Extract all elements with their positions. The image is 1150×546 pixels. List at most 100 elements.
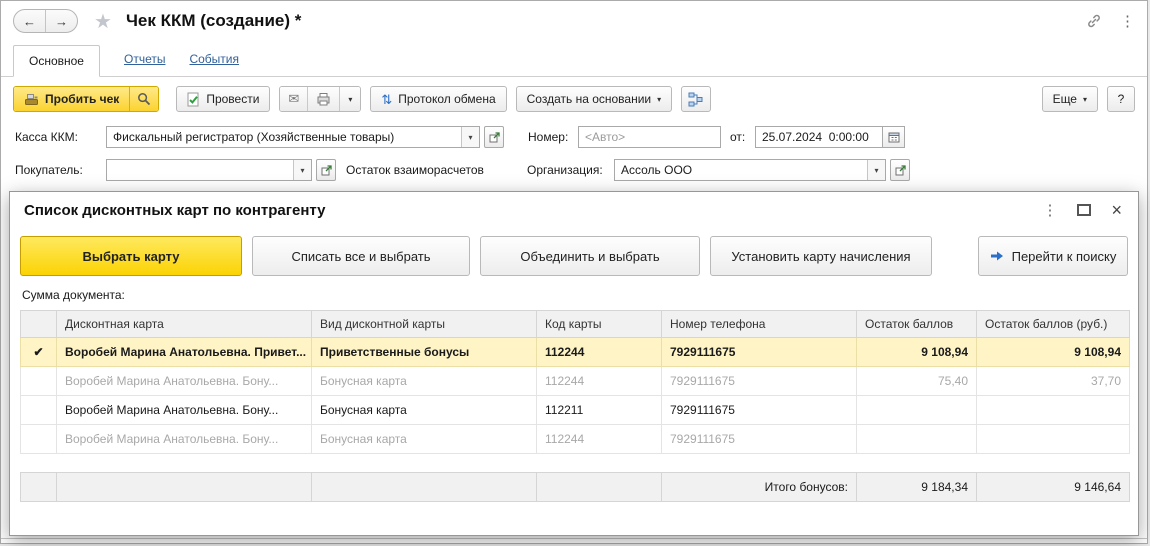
table-row[interactable]: ✔ Воробей Марина Анатольевна. Привет... … <box>21 338 1130 367</box>
set-accrual-card-button[interactable]: Установить карту начисления <box>710 236 932 276</box>
col-points[interactable]: Остаток баллов <box>857 311 977 338</box>
col-type[interactable]: Вид дисконтной карты <box>312 311 537 338</box>
chevron-down-icon[interactable]: ▾ <box>293 160 311 180</box>
cell-phone: 7929111675 <box>662 338 857 367</box>
kassa-open-button[interactable] <box>484 126 504 148</box>
row-check-icon: ✔ <box>21 338 57 367</box>
provesti-button[interactable]: Провести <box>176 86 270 112</box>
chevron-down-icon[interactable]: ▾ <box>867 160 885 180</box>
app-window: ← → ★ Чек ККМ (создание) * ⋮ Основное От… <box>0 0 1148 544</box>
help-label: ? <box>1118 92 1125 106</box>
totals-label: Итого бонусов: <box>662 473 857 502</box>
more-menu-icon[interactable]: ⋮ <box>1120 12 1135 30</box>
table-header-row: Дисконтная карта Вид дисконтной карты Ко… <box>21 311 1130 338</box>
select-card-label: Выбрать карту <box>82 249 179 264</box>
pokupatel-open-button[interactable] <box>316 159 336 181</box>
cell-type: Бонусная карта <box>312 396 537 425</box>
col-phone[interactable]: Номер телефона <box>662 311 857 338</box>
kassa-value: Фискальный регистратор (Хозяйственные то… <box>107 127 461 147</box>
merge-select-button[interactable]: Объединить и выбрать <box>480 236 700 276</box>
org-combo[interactable]: Ассоль ООО ▾ <box>614 159 886 181</box>
cell-points-rub: 9 108,94 <box>977 338 1130 367</box>
col-code[interactable]: Код карты <box>537 311 662 338</box>
org-open-button[interactable] <box>890 159 910 181</box>
cell-type: Бонусная карта <box>312 425 537 454</box>
cell-points-rub: 37,70 <box>977 367 1130 396</box>
tab-reports[interactable]: Отчеты <box>124 52 165 76</box>
cell-code: 112211 <box>537 396 662 425</box>
create-based-on-label: Создать на основании <box>527 92 652 106</box>
related-documents-button[interactable] <box>681 86 711 112</box>
dialog-more-icon[interactable]: ⋮ <box>1042 201 1057 219</box>
protokol-label: Протокол обмена <box>398 92 495 106</box>
table-row[interactable]: Воробей Марина Анатольевна. Бону... Бону… <box>21 425 1130 454</box>
more-button[interactable]: Еще ▾ <box>1042 86 1098 112</box>
cell-card: Воробей Марина Анатольевна. Привет... <box>57 338 312 367</box>
mail-print-group: ✉ ▾ <box>279 86 361 112</box>
writeoff-all-button[interactable]: Списать все и выбрать <box>252 236 470 276</box>
favorite-star-icon[interactable]: ★ <box>94 9 112 34</box>
create-based-on-button[interactable]: Создать на основании ▾ <box>516 86 673 112</box>
writeoff-all-label: Списать все и выбрать <box>291 249 430 264</box>
nomer-input[interactable] <box>578 126 721 148</box>
probit-chek-button[interactable]: Пробить чек <box>14 87 129 111</box>
cell-points: 9 108,94 <box>857 338 977 367</box>
probit-search-button[interactable] <box>129 87 158 111</box>
go-to-search-button[interactable]: Перейти к поиску <box>978 236 1128 276</box>
forward-button[interactable]: → <box>45 10 77 32</box>
help-button[interactable]: ? <box>1107 86 1135 112</box>
nav-history-group: ← → <box>13 9 78 33</box>
chevron-down-icon[interactable]: ▾ <box>461 127 479 147</box>
back-button[interactable]: ← <box>14 10 45 32</box>
discount-cards-table: Дисконтная карта Вид дисконтной карты Ко… <box>20 310 1130 454</box>
calendar-button[interactable] <box>883 126 905 148</box>
ot-label: от: <box>730 130 750 144</box>
totals-points-rub: 9 146,64 <box>977 473 1130 502</box>
chevron-down-icon: ▾ <box>657 95 661 104</box>
col-card[interactable]: Дисконтная карта <box>57 311 312 338</box>
structure-icon <box>688 92 704 107</box>
form-row-kassa: Касса ККМ: Фискальный регистратор (Хозяй… <box>1 125 1147 149</box>
date-input[interactable] <box>755 126 883 148</box>
pokupatel-combo[interactable]: ▾ <box>106 159 312 181</box>
email-button[interactable]: ✉ <box>280 87 307 111</box>
nomer-label: Номер: <box>528 130 572 144</box>
post-document-icon <box>187 92 200 107</box>
more-label: Еще <box>1053 92 1077 106</box>
toolbar: Пробить чек Провести <box>1 77 1147 121</box>
cell-code: 112244 <box>537 425 662 454</box>
table-row[interactable]: Воробей Марина Анатольевна. Бону... Бону… <box>21 367 1130 396</box>
toolbar-right: Еще ▾ ? <box>1042 86 1135 112</box>
tab-events[interactable]: События <box>189 52 239 76</box>
dialog-button-bar: Выбрать карту Списать все и выбрать Объе… <box>10 228 1138 276</box>
printer-icon <box>316 92 331 106</box>
totals-row: Итого бонусов: 9 184,34 9 146,64 <box>21 473 1130 502</box>
cell-phone: 7929111675 <box>662 425 857 454</box>
org-value: Ассоль ООО <box>615 160 867 180</box>
protokol-obmena-button[interactable]: ⇅ Протокол обмена <box>370 86 506 112</box>
cell-points-rub <box>977 396 1130 425</box>
pokupatel-label: Покупатель: <box>15 163 106 177</box>
maximize-icon[interactable] <box>1077 204 1091 216</box>
link-icon[interactable] <box>1086 13 1102 29</box>
cell-card: Воробей Марина Анатольевна. Бону... <box>57 425 312 454</box>
cell-points-rub <box>977 425 1130 454</box>
print-dropdown-button[interactable]: ▾ <box>339 87 360 111</box>
select-card-button[interactable]: Выбрать карту <box>20 236 242 276</box>
kassa-combo[interactable]: Фискальный регистратор (Хозяйственные то… <box>106 126 480 148</box>
form-bottom-border <box>1 538 1147 539</box>
totals-points: 9 184,34 <box>857 473 977 502</box>
page-title: Чек ККМ (создание) * <box>126 11 301 31</box>
totals-empty <box>312 473 537 502</box>
exchange-arrows-icon: ⇅ <box>381 93 392 106</box>
chevron-down-icon: ▾ <box>348 95 352 104</box>
close-icon[interactable]: × <box>1111 201 1122 219</box>
col-points-rub[interactable]: Остаток баллов (руб.) <box>977 311 1130 338</box>
totals-empty <box>57 473 312 502</box>
envelope-icon: ✉ <box>288 91 299 107</box>
arrow-right-icon <box>990 250 1004 262</box>
tab-main[interactable]: Основное <box>13 45 100 77</box>
pokupatel-value <box>107 160 293 180</box>
table-row[interactable]: Воробей Марина Анатольевна. Бону... Бону… <box>21 396 1130 425</box>
print-button[interactable] <box>307 87 339 111</box>
